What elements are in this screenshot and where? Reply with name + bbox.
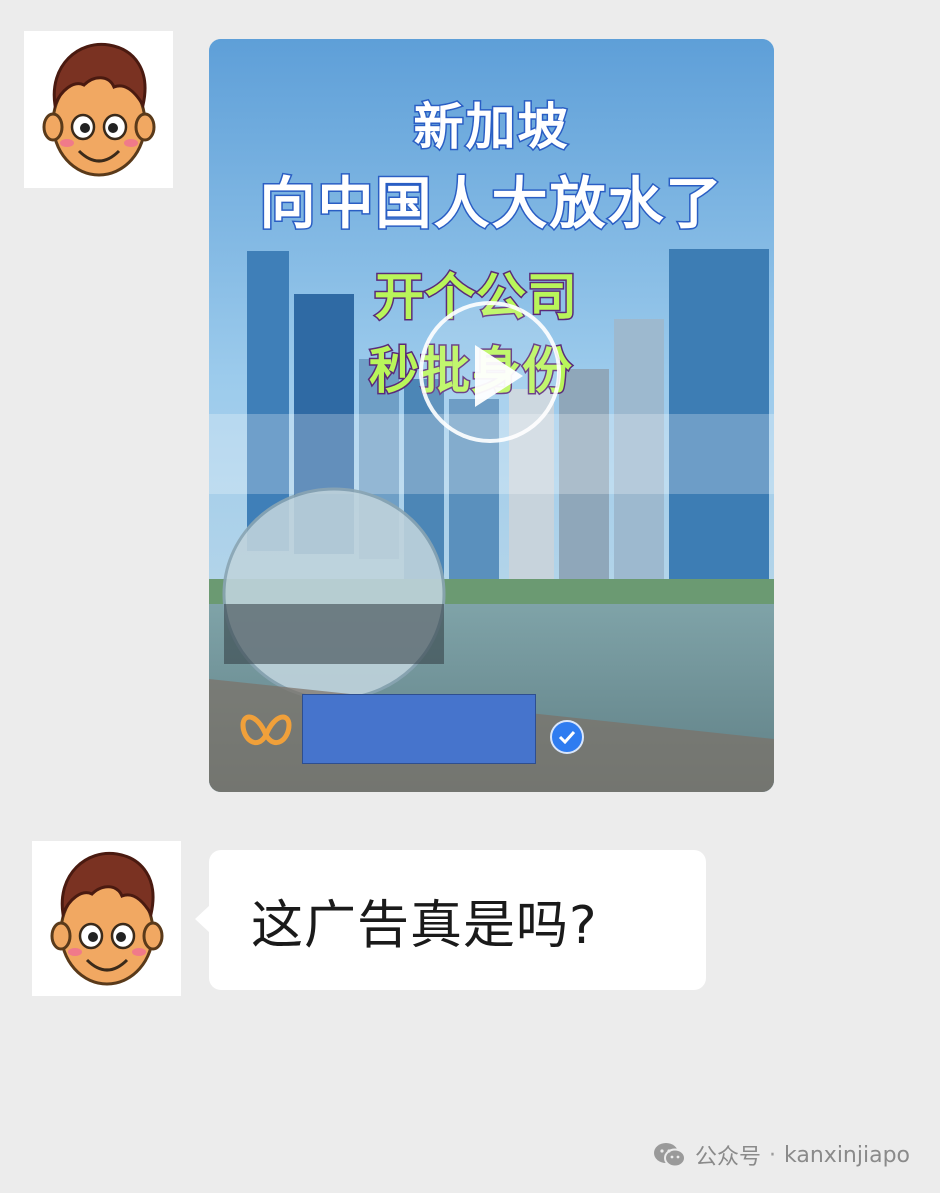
cartoon-boy-avatar-icon (42, 42, 155, 176)
message-bubble[interactable]: 这广告真是吗? (195, 850, 706, 990)
play-icon (475, 345, 523, 407)
play-button[interactable] (419, 301, 561, 443)
video-card[interactable]: 新加坡 向中国人大放水了 开个公司 秒批身份 (209, 39, 774, 792)
watermark: 公众号 · kanxinjiapo (653, 1140, 910, 1170)
avatar[interactable] (24, 31, 173, 188)
watermark-account: kanxinjiapo (784, 1142, 910, 1168)
watermark-separator: · (769, 1142, 777, 1168)
watermark-source: 公众号 (695, 1145, 762, 1170)
wechat-icon (654, 1143, 686, 1168)
video-title-line-2: 向中国人大放水了 (258, 171, 724, 239)
video-title-line-1: 新加坡 (412, 97, 570, 158)
cartoon-boy-avatar-icon (50, 851, 163, 985)
butterfly-logo-icon (240, 714, 292, 746)
account-name-redacted (302, 694, 536, 764)
message-text: 这广告真是吗? (251, 895, 598, 956)
avatar[interactable] (32, 841, 181, 996)
verified-check-icon (550, 720, 584, 754)
